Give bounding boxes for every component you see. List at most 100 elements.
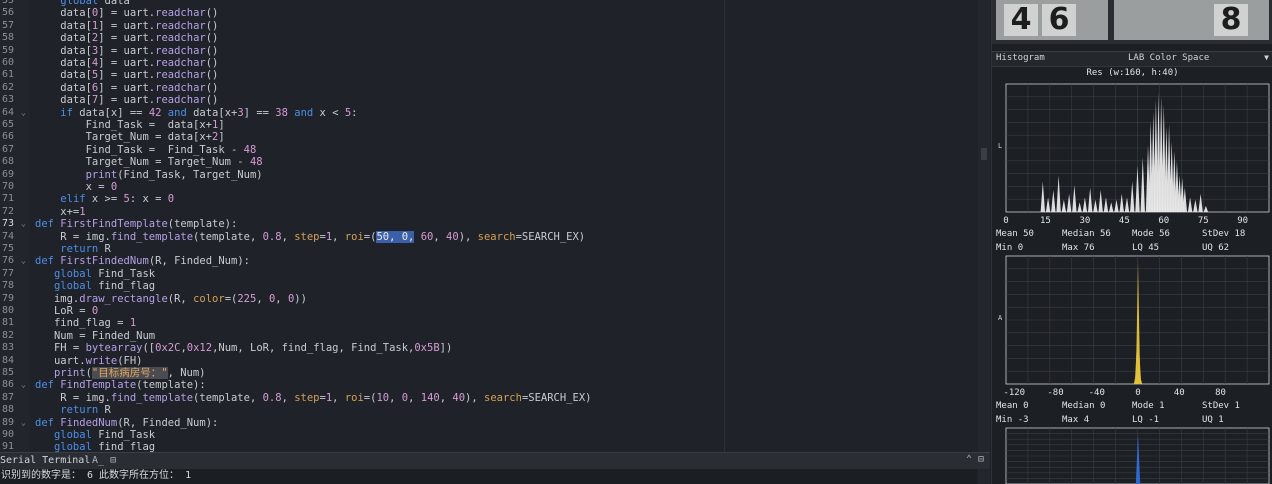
fold-chevron-icon[interactable]: ⌄	[21, 418, 29, 427]
code-line[interactable]: def FirstFindTemplate(template):	[35, 218, 237, 230]
code-line[interactable]: data[6] = uart.readchar()	[35, 82, 218, 94]
code-line[interactable]: global Find_Task	[35, 429, 155, 441]
text-format-icon[interactable]: A̲	[92, 455, 110, 466]
code-line[interactable]: img.draw_rectangle(R, color=(225, 0, 0))	[35, 293, 307, 305]
code-editor[interactable]: 55 56 57 58 59 60 61 62 63 64 ⌄ 65 66 67 68 69 70 71 72 73 ⌄…	[0, 0, 976, 452]
code-line[interactable]: data[5] = uart.readchar()	[35, 69, 218, 81]
a-stat-median: Median 0	[1062, 401, 1106, 411]
line-number: 63	[1, 94, 14, 106]
code-line[interactable]: global data	[35, 0, 130, 7]
code-line[interactable]: print("目标病房号：", Num)	[35, 367, 206, 379]
line-number: 55	[1, 0, 14, 6]
line-number: 66	[1, 131, 14, 143]
code-line[interactable]: data[7] = uart.readchar()	[35, 94, 218, 106]
serial-scrollbar[interactable]	[978, 469, 990, 484]
a-stat-mean: Mean 0	[996, 401, 1029, 411]
code-line[interactable]: FH = bytearray([0x2C,0x12,Num, LoR, find…	[35, 342, 452, 354]
line-number: 77	[1, 267, 14, 279]
code-line[interactable]: uart.write(FH)	[35, 355, 143, 367]
line-number: 82	[1, 329, 14, 341]
line-number: 81	[1, 317, 14, 329]
line-number: 75	[1, 243, 14, 254]
line-number: 56	[1, 7, 14, 19]
print-margin-line	[724, 0, 725, 452]
histogram-tick-label: 75	[1198, 216, 1209, 226]
code-line[interactable]: global find_flag	[35, 280, 155, 292]
code-line[interactable]: data[4] = uart.readchar()	[35, 57, 218, 69]
code-line[interactable]: global find_flag	[35, 441, 155, 452]
line-number: 57	[1, 19, 14, 31]
serial-terminal-title[interactable]: Serial Terminal	[0, 455, 90, 466]
fold-chevron-icon[interactable]: ⌄	[21, 220, 29, 228]
code-line[interactable]: elif x >= 5: x = 0	[35, 193, 174, 205]
a-stat-uq: UQ 1	[1202, 415, 1224, 425]
code-line[interactable]: find_flag = 1	[35, 317, 136, 329]
line-number: 74	[1, 230, 14, 242]
line-number: 91	[1, 441, 14, 452]
code-line[interactable]: data[2] = uart.readchar()	[35, 32, 218, 44]
code-line[interactable]: def FindedNum(R, Finded_Num):	[35, 417, 218, 429]
color-space-select[interactable]: LAB Color Space	[1128, 53, 1209, 63]
a-stat-min: Min -3	[996, 415, 1029, 425]
fold-chevron-icon[interactable]: ⌄	[21, 257, 29, 265]
fold-chevron-icon[interactable]: ⌄	[21, 108, 29, 117]
histogram-tick-label: -40	[1089, 388, 1105, 398]
code-line[interactable]: data[0] = uart.readchar()	[35, 7, 218, 19]
histogram-tick-label: -120	[1003, 388, 1025, 398]
serial-terminal-controls[interactable]: ⌃ ⊟	[966, 454, 984, 465]
save-icon[interactable]: ⊟	[110, 455, 116, 466]
editor-scrollbar-thumb[interactable]	[981, 148, 987, 160]
l-stat-uq: UQ 62	[1202, 243, 1230, 253]
line-number: 88	[1, 404, 14, 416]
a-stat-lq: LQ -1	[1132, 415, 1160, 425]
code-line[interactable]: R = img.find_template(template, 0.8, ste…	[35, 230, 585, 243]
l-stat-median: Median 56	[1062, 229, 1111, 239]
chevron-down-icon[interactable]: ▼	[1264, 53, 1269, 62]
l-stat-min: Min 0	[996, 243, 1024, 253]
code-line[interactable]: def FirstFindedNum(R, Finded_Num):	[35, 255, 250, 267]
l-stat-lq: LQ 45	[1132, 243, 1160, 253]
code-line[interactable]: data[1] = uart.readchar()	[35, 20, 218, 32]
code-line[interactable]: def FindTemplate(template):	[35, 379, 206, 391]
right-panel: 4 6 8 Histogram LAB Color Space ▼ Res (w…	[991, 0, 1272, 484]
code-line[interactable]: R = img.find_template(template, 0.8, ste…	[35, 392, 591, 404]
line-number: 67	[1, 143, 14, 155]
code-line[interactable]: x+=1	[35, 206, 85, 218]
code-line[interactable]: LoR = 0	[35, 305, 98, 317]
line-number: 64	[1, 106, 14, 118]
code-line[interactable]: print(Find_Task, Target_Num)	[35, 169, 263, 181]
code-line[interactable]: Target_Num = Target_Num - 48	[35, 156, 263, 168]
line-number: 59	[1, 44, 14, 56]
frame-digit-3: 8	[1214, 4, 1248, 36]
line-number: 69	[1, 168, 14, 180]
histogram-tick-label: 0	[1003, 216, 1008, 226]
histogram-tick-label: 80	[1215, 388, 1226, 398]
code-line[interactable]: Target_Num = data[x+2]	[35, 131, 225, 143]
line-number: 80	[1, 305, 14, 316]
line-number: 79	[1, 292, 14, 304]
line-number: 71	[1, 193, 14, 205]
code-line[interactable]: Find_Task = data[x+1]	[35, 119, 225, 131]
line-number: 78	[1, 280, 14, 292]
line-number: 72	[1, 205, 14, 217]
code-line[interactable]: return R	[35, 243, 111, 255]
line-number: 58	[1, 32, 14, 44]
code-line[interactable]: global Find_Task	[35, 268, 155, 280]
code-line[interactable]: x = 0	[35, 181, 118, 193]
histogram-tick-label: 40	[1174, 388, 1185, 398]
fold-chevron-icon[interactable]: ⌄	[21, 381, 29, 389]
code-line[interactable]: Num = Finded_Num	[35, 330, 155, 342]
serial-terminal-tools[interactable]: A̲ ⊟	[92, 455, 116, 466]
line-number: 62	[1, 81, 14, 93]
code-line[interactable]: if data[x] == 42 and data[x+3] == 38 and…	[35, 107, 357, 119]
editor-scrollbar[interactable]	[978, 0, 990, 452]
l-stat-mode: Mode 56	[1132, 229, 1170, 239]
histogram-tick-label: 0	[1135, 388, 1140, 398]
line-number-gutter: 55 56 57 58 59 60 61 62 63 64 ⌄ 65 66 67 68 69 70 71 72 73 ⌄…	[0, 0, 30, 452]
line-number: 70	[1, 181, 14, 192]
histogram-label: Histogram	[996, 53, 1045, 63]
code-line[interactable]: return R	[35, 404, 111, 416]
histogram-tick-label: 90	[1237, 216, 1248, 226]
code-line[interactable]: data[3] = uart.readchar()	[35, 45, 218, 57]
code-line[interactable]: Find_Task = Find_Task - 48	[35, 144, 257, 156]
